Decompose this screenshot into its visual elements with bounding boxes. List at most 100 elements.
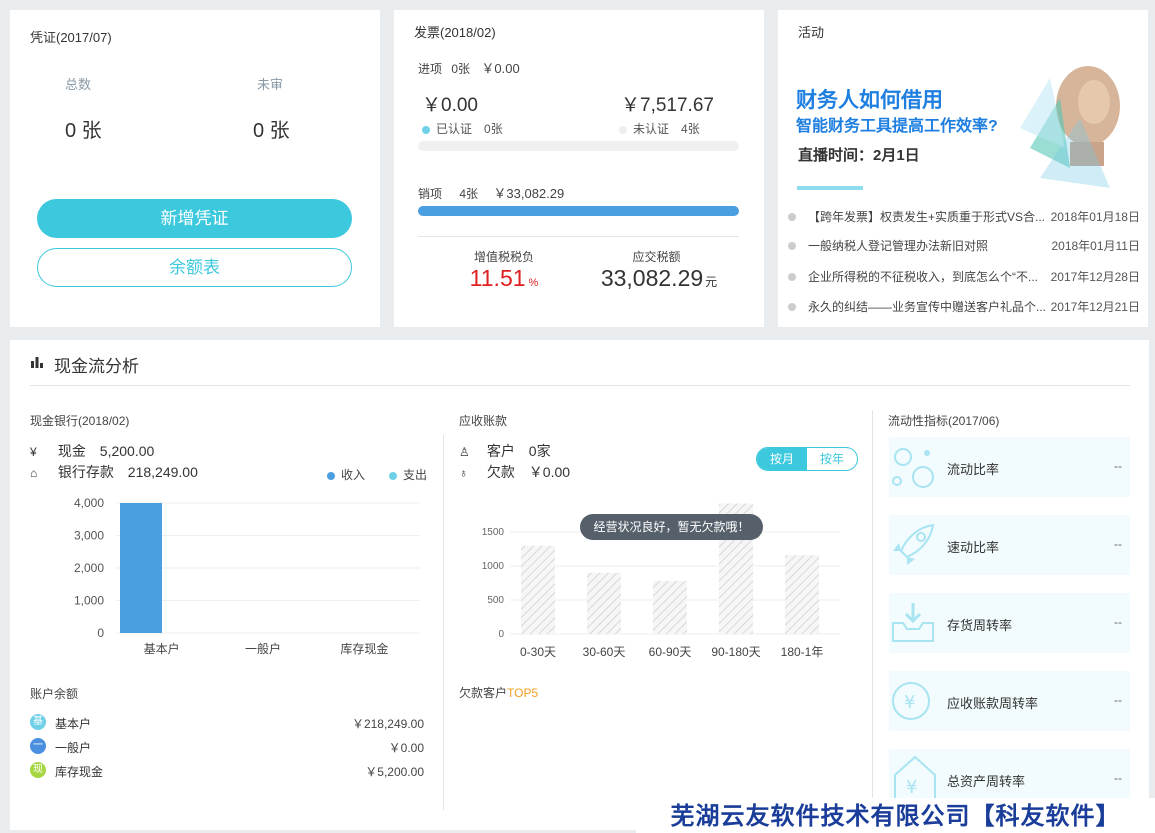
news-item[interactable]: 一般纳税人登记管理办法新旧对照 2018年01月11日 — [788, 237, 1140, 255]
liquidity-value: -- — [1114, 771, 1122, 785]
cash-value: 5,200.00 — [99, 443, 155, 459]
news-item[interactable]: 永久的纠结——业务宣传中赠送客户礼品个... 2017年12月21日 — [788, 298, 1140, 316]
banner-line2: 智能财务工具提高工作效率? — [796, 118, 998, 135]
rocket-icon — [893, 523, 935, 565]
account-name: 基本户 — [55, 717, 92, 731]
liquidity-card[interactable]: 存货周转率 -- — [889, 593, 1130, 653]
news-date: 2018年01月11日 — [1051, 239, 1140, 253]
y-tick-label: 1000 — [482, 561, 505, 572]
balance-sheet-button[interactable]: 余额表 — [37, 248, 352, 287]
liquidity-title: 流动性指标(2017/06) — [888, 414, 1000, 428]
x-tick-label: 60-90天 — [649, 645, 692, 659]
liquidity-label: 流动比率 — [947, 462, 1000, 477]
debt-row: ♁ 欠款 ￥0.00 — [459, 462, 570, 482]
account-value: ￥5,200.00 — [365, 765, 424, 779]
vat-burden-value: 11.51 — [469, 265, 526, 291]
column-divider-left — [443, 435, 444, 810]
account-value: ￥0.00 — [388, 741, 424, 755]
legend-expense: 支出 — [389, 466, 427, 483]
input-count: 0张 — [451, 62, 471, 76]
y-tick-label: 4,000 — [74, 496, 104, 510]
input-label: 进项 — [418, 62, 443, 76]
toggle-year[interactable]: 按年 — [807, 448, 857, 470]
liquidity-label: 应收账款周转率 — [947, 696, 1039, 711]
liquidity-card[interactable]: 速动比率 -- — [889, 515, 1130, 575]
liquidity-card[interactable]: 流动比率 -- — [889, 437, 1130, 497]
news-item[interactable]: 【跨年发票】权责发生+实质重于形式VS合... 2018年01月18日 — [788, 208, 1140, 226]
y-tick-label: 2,000 — [74, 561, 104, 575]
account-row: 一 一般户 ￥0.00 — [30, 738, 424, 756]
svg-text:¥: ¥ — [904, 692, 915, 713]
input-amount: ￥0.00 — [481, 61, 520, 76]
tax-payable-label: 应交税额 — [632, 250, 681, 264]
tax-payable-value: 33,082.29 — [600, 265, 704, 291]
y-tick-label: 0 — [97, 626, 104, 640]
liquidity-label: 总资产周转率 — [947, 774, 1026, 789]
voucher-card: 凭证(2017/07) 总数 0 张 未审 0 张 新增凭证 余额表 — [10, 10, 380, 327]
bar — [785, 555, 819, 634]
legend-income-label: 收入 — [341, 468, 366, 482]
customer-value: 0家 — [528, 443, 551, 459]
voucher-total-value: 0 张 — [65, 120, 102, 142]
output-label: 销项 — [418, 187, 443, 201]
toggle-month[interactable]: 按月 — [757, 448, 807, 470]
cash-row: ¥ 现金 5,200.00 — [30, 441, 154, 461]
debt-value: ￥0.00 — [528, 464, 571, 480]
news-title: 永久的纠结——业务宣传中赠送客户礼品个... — [808, 300, 1047, 314]
add-voucher-button[interactable]: 新增凭证 — [37, 199, 352, 238]
voucher-unreviewed-value: 0 张 — [253, 120, 290, 142]
deposit-label: 银行存款 — [57, 464, 114, 480]
vat-burden: 11.51% — [444, 265, 564, 292]
account-name: 一般户 — [55, 741, 92, 755]
deposit-value: 218,249.00 — [127, 464, 198, 480]
legend-expense-dot — [389, 471, 397, 480]
news-item[interactable]: 企业所得税的不征税收入，到底怎么个“不... 2017年12月28日 — [788, 268, 1140, 286]
x-tick-label: 库存现金 — [340, 641, 388, 656]
yen-tag-icon: ¥ — [894, 755, 936, 802]
uncertified-amount: ￥7,517.67 — [621, 95, 714, 116]
news-bullet — [788, 273, 796, 281]
news-title: 【跨年发票】权责发生+实质重于形式VS合... — [808, 210, 1046, 224]
uncertified-legend: 未认证 4张 — [619, 120, 700, 137]
yen-circle-icon: ¥ — [30, 445, 37, 459]
activity-banner[interactable]: 财务人如何借用 智能财务工具提高工作效率? 直播时间：2月1日 — [788, 48, 1140, 198]
speaker-portrait-icon — [1020, 66, 1120, 188]
bar — [653, 580, 687, 634]
top5-label: 欠款客户 — [459, 686, 508, 700]
output-progress-fill — [418, 206, 739, 216]
period-toggle: 按月 按年 — [756, 447, 858, 471]
legend-income: 收入 — [327, 466, 365, 483]
account-row: 现 库存现金 ￥5,200.00 — [30, 762, 424, 780]
invoice-divider — [418, 236, 739, 237]
liquidity-card[interactable]: ¥ 应收账款周转率 -- — [889, 671, 1130, 731]
cash-label: 现金 — [57, 443, 86, 459]
svg-text:¥: ¥ — [906, 777, 917, 798]
general-account-icon: 一 — [30, 738, 46, 754]
liquidity-value: -- — [1114, 537, 1122, 551]
bar — [120, 503, 162, 633]
voucher-title: 凭证(2017/07) — [30, 30, 112, 45]
debt-label: 欠款 — [486, 464, 515, 480]
vat-burden-unit: % — [528, 277, 539, 289]
activity-title: 活动 — [798, 25, 825, 40]
money-bag-icon: ♁ — [459, 466, 468, 480]
news-bullet — [788, 213, 796, 221]
x-tick-label: 一般户 — [245, 641, 281, 656]
top5-highlight: TOP5 — [507, 686, 539, 700]
x-tick-label: 30-60天 — [583, 645, 626, 659]
legend-income-dot — [327, 471, 335, 480]
banner-indicator — [797, 186, 863, 190]
bar — [587, 572, 621, 634]
liquidity-label: 速动比率 — [947, 540, 1000, 555]
banner-line3: 直播时间：2月1日 — [798, 147, 920, 164]
receivable-title: 应收账款 — [459, 414, 508, 428]
inbox-icon — [892, 603, 934, 642]
y-tick-label: 1,000 — [74, 594, 104, 608]
certified-count: 0张 — [484, 122, 503, 136]
x-tick-label: 180-1年 — [781, 645, 824, 659]
cashflow-card: 现金流分析 现金银行(2018/02) ¥ 现金 5,200.00 ⌂ 银行存款… — [10, 340, 1149, 830]
banner-line1: 财务人如何借用 — [796, 89, 943, 112]
customer-row: ♙ 客户 0家 — [459, 441, 551, 461]
invoice-card: 发票(2018/02) 进项 0张 ￥0.00 ￥0.00 已认证 0张 ￥7,5… — [394, 10, 764, 327]
legend-expense-label: 支出 — [403, 468, 428, 482]
